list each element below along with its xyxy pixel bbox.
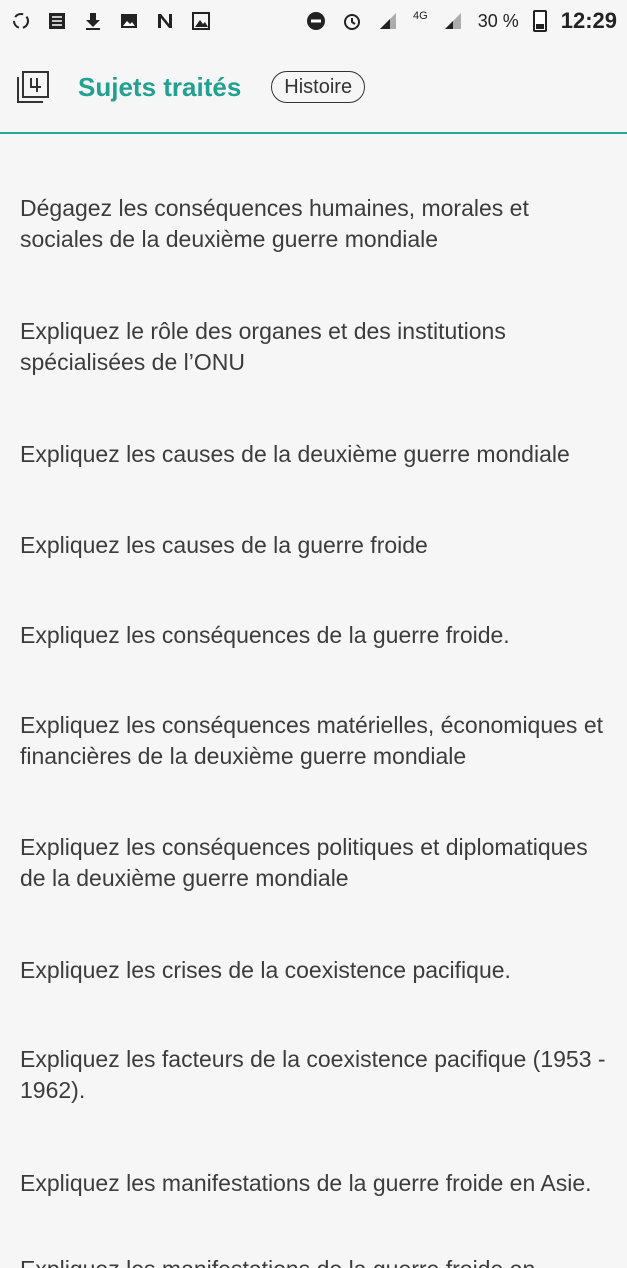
signal-icon-secondary <box>442 10 464 32</box>
do-not-disturb-icon <box>305 10 327 32</box>
subject-list: Dégagez les conséquences humaines, moral… <box>0 134 627 1268</box>
list-item[interactable]: Expliquez les conséquences de la guerre … <box>20 620 612 651</box>
list-item[interactable]: Expliquez le rôle des organes et des ins… <box>20 316 612 378</box>
list-item[interactable]: Expliquez les causes de la guerre froide <box>20 530 612 561</box>
list-item[interactable]: Expliquez les causes de la deuxième guer… <box>20 439 612 470</box>
book-number-icon[interactable] <box>16 70 50 104</box>
battery-icon <box>532 10 547 32</box>
status-bar: 4G 30 % 12:29 <box>0 0 627 42</box>
alarm-icon <box>341 10 363 32</box>
page-title: Sujets traités <box>78 71 242 102</box>
gallery-icon <box>190 10 212 32</box>
category-chip[interactable]: Histoire <box>271 71 366 103</box>
list-item[interactable]: Expliquez les crises de la coexistence p… <box>20 955 612 986</box>
app-icon <box>46 10 68 32</box>
list-item[interactable]: Expliquez les conséquences politiques et… <box>20 832 612 894</box>
n-app-icon <box>154 10 176 32</box>
list-item[interactable]: Expliquez les conséquences matérielles, … <box>20 710 612 772</box>
recycle-icon <box>10 10 32 32</box>
status-bar-left <box>10 10 212 32</box>
download-icon <box>82 10 104 32</box>
image-icon <box>118 10 140 32</box>
battery-percent: 30 % <box>477 10 519 31</box>
list-item[interactable]: Expliquez les manifestations de la guerr… <box>20 1254 612 1268</box>
list-item[interactable]: Dégagez les conséquences humaines, moral… <box>20 193 612 255</box>
status-bar-right: 4G 30 % 12:29 <box>305 8 617 34</box>
app-header: Sujets traités Histoire <box>0 42 627 134</box>
list-item[interactable]: Expliquez les manifestations de la guerr… <box>20 1168 612 1199</box>
signal-icon <box>377 10 399 32</box>
clock: 12:29 <box>560 8 617 33</box>
network-type-label: 4G <box>413 10 428 22</box>
list-item[interactable]: Expliquez les facteurs de la coexistence… <box>20 1044 612 1106</box>
